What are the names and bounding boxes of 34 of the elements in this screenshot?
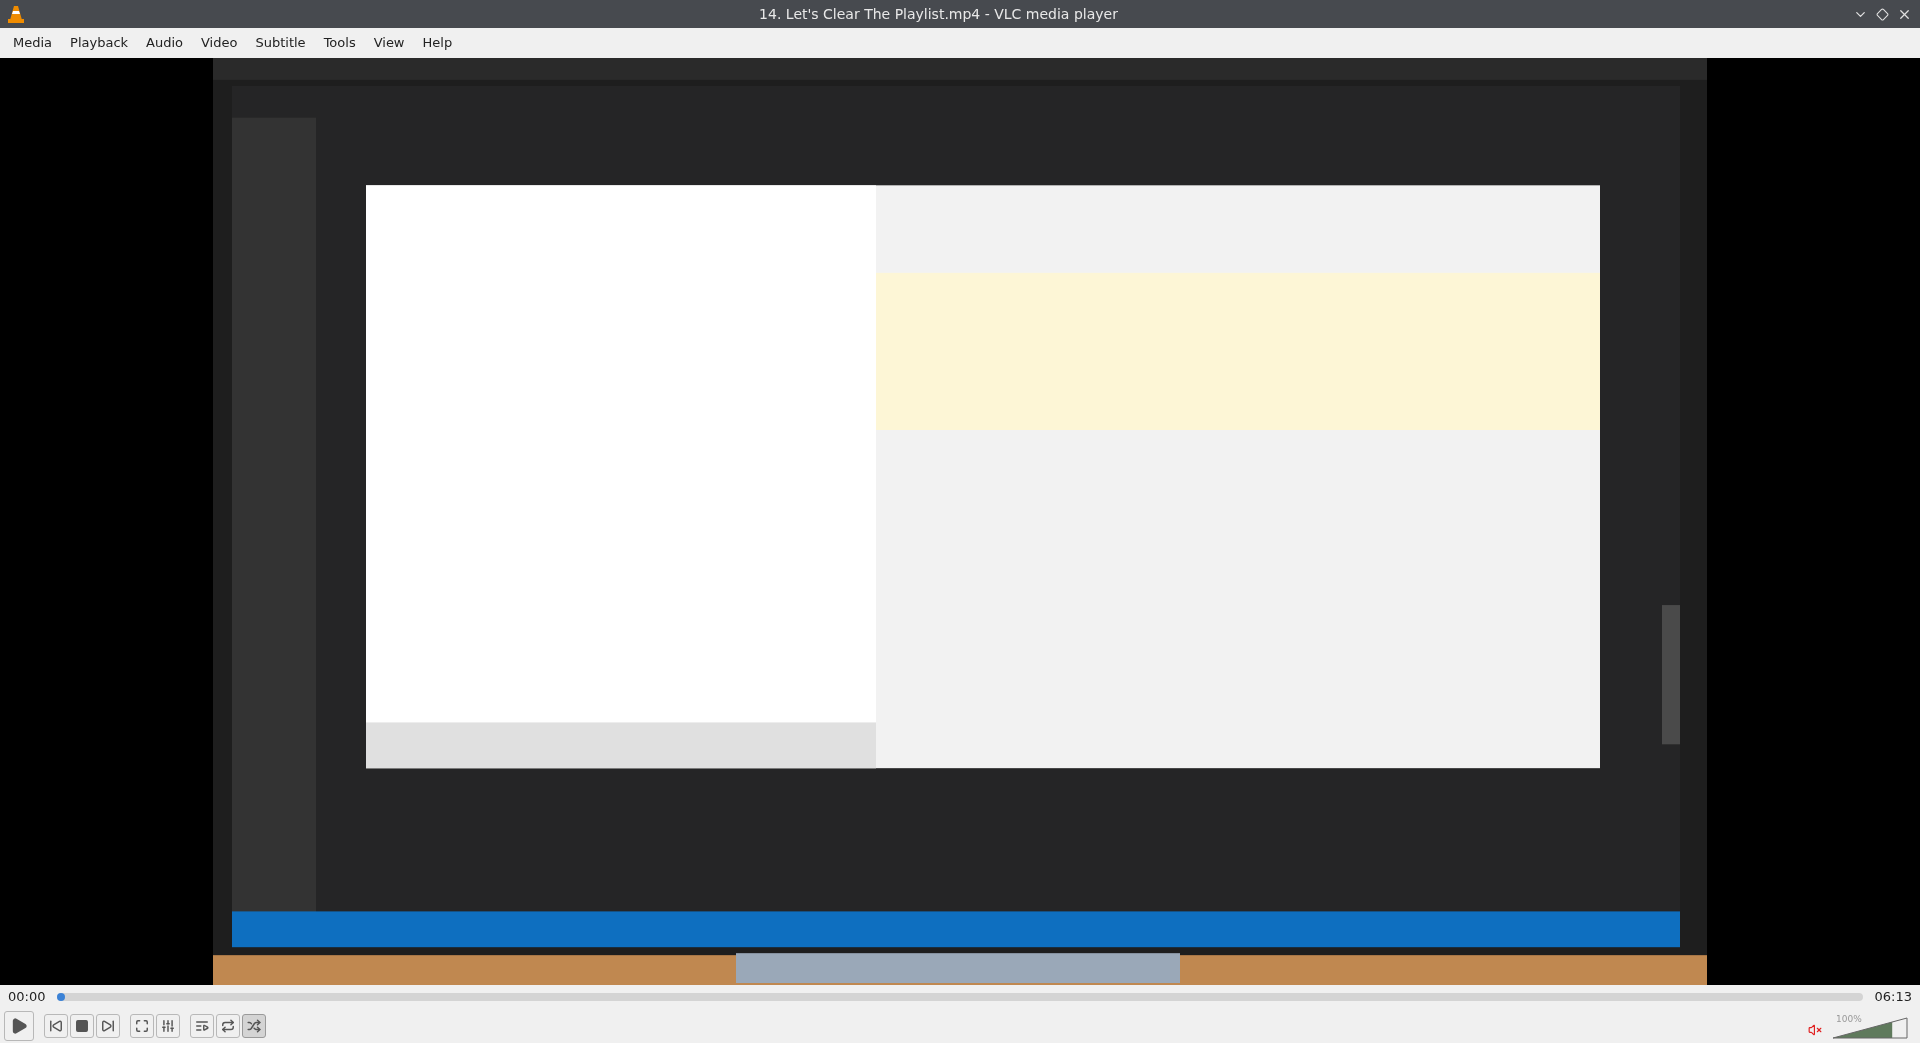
shuffle-button[interactable] [242,1014,266,1038]
maximize-icon[interactable] [1876,7,1889,21]
sliders-icon [161,1019,175,1033]
next-icon [101,1019,115,1033]
menu-item[interactable]: Media [4,33,62,53]
playlist-icon [195,1019,209,1033]
loop-icon [221,1019,235,1033]
stop-button[interactable] [70,1014,94,1038]
playlist-button[interactable] [190,1014,214,1038]
total-time: 06:13 [1874,988,1912,1007]
menu-item[interactable]: Subtitle [246,33,315,53]
menu-item[interactable]: Playback [61,33,138,53]
menu-item[interactable]: Tools [314,33,365,53]
play-icon [10,1017,28,1035]
previous-button[interactable] [44,1014,68,1038]
stop-icon [75,1019,89,1033]
menu-item[interactable]: Help [413,33,462,53]
play-button[interactable] [4,1011,34,1041]
volume-slider[interactable] [1832,1017,1908,1039]
menu-item[interactable]: Video [192,33,247,53]
previous-icon [49,1019,63,1033]
shuffle-icon [247,1019,261,1033]
fullscreen-button[interactable] [130,1014,154,1038]
elapsed-time: 00:00 [8,988,46,1007]
loop-button[interactable] [216,1014,240,1038]
menu-item[interactable]: View [364,33,414,53]
window-title: 14. Let's Clear The Playlist.mp4 - VLC media player [758,4,1119,24]
fullscreen-icon [135,1019,149,1033]
extended-settings-button[interactable] [156,1014,180,1038]
muted-speaker-icon[interactable] [1808,1023,1822,1037]
next-button[interactable] [96,1014,120,1038]
volume-reading: 100% [1836,1013,1862,1026]
traffic-cone-icon [8,5,24,23]
menu-item[interactable]: Audio [137,33,192,53]
